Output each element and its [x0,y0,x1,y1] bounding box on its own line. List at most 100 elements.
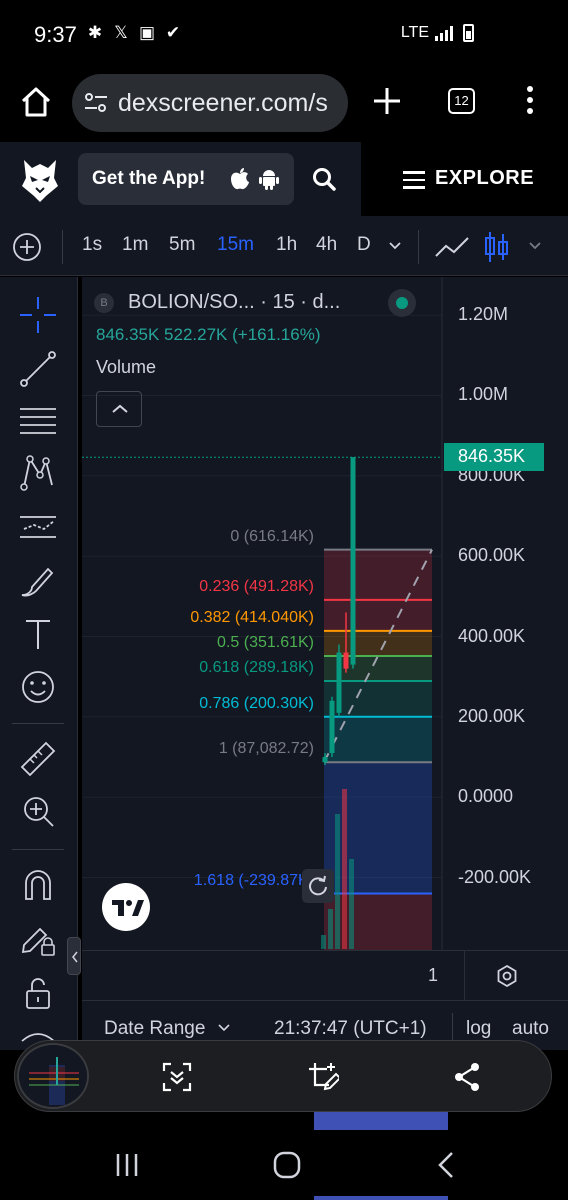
timeframe-15m[interactable]: 15m [217,234,254,256]
chevron-down-icon[interactable] [388,240,402,252]
back-nav-icon[interactable] [434,1150,458,1180]
more-menu-icon[interactable] [527,86,535,116]
fib-zone [324,762,432,894]
market-status-icon[interactable] [388,289,416,317]
timeframe-1s[interactable]: 1s [82,234,102,256]
get-app-label: Get the App! [92,168,206,189]
log-scale-toggle[interactable]: log [466,1018,491,1040]
fib-label-0.382: 0.382 (414.040K) [190,608,314,626]
pattern-icon[interactable] [18,453,58,493]
fib-label-0.618: 0.618 (289.18K) [199,659,314,677]
battery-icon [463,24,474,42]
candlestick-icon[interactable] [482,230,510,264]
fib-label-0.786: 0.786 (200.30K) [199,694,314,712]
line-chart-icon[interactable] [434,234,470,260]
text-icon[interactable] [18,615,58,655]
home-nav-icon[interactable] [272,1150,302,1180]
fib-retracement-drawing [323,548,433,990]
price-axis-label: 0.0000 [458,786,514,807]
reset-chart-button[interactable] [302,869,334,903]
tradingview-logo-icon[interactable] [102,883,150,931]
symbol-title[interactable]: BOLION/SO... · 15 · d... [128,291,340,314]
ohlc-summary: 846.35K 522.27K (+161.16%) [96,325,321,344]
screenshot-thumbnail[interactable] [17,1043,89,1109]
fib-retracement-icon[interactable] [18,401,58,441]
unlock-icon[interactable] [18,973,58,1013]
timeframe-1h[interactable]: 1h [276,234,297,256]
crop-edit-icon[interactable] [307,1061,339,1093]
x-logo-icon: 𝕏 [114,23,128,42]
axis-divider [464,951,465,1001]
explore-label: EXPLORE [435,167,535,189]
timeframe-5m[interactable]: 5m [169,234,195,256]
chart-toolbar: 1s 1m 5m 15m 1h 4h D [0,216,568,276]
fib-zone [324,630,432,656]
tools-divider [12,723,64,724]
fib-label-0.5: 0.5 (351.61K) [217,633,314,651]
system-icons: LTE [401,24,474,42]
chevron-down-icon[interactable] [218,1024,230,1032]
brush-icon[interactable] [18,561,58,601]
search-icon[interactable] [311,166,337,192]
price-axis-label: 600.00K [458,545,526,566]
status-time: 9:37 [34,22,77,47]
drawing-tools-sidebar [0,277,78,1050]
site-header: Get the App! EXPLORE [0,142,568,216]
scroll-capture-icon[interactable] [161,1061,193,1093]
nav-indicator [314,1196,448,1200]
timezone-display[interactable]: 21:37:47 (UTC+1) [274,1018,427,1040]
forecast-icon[interactable] [18,507,58,547]
check-circle-icon: ✔ [165,23,181,42]
get-app-button[interactable]: Get the App! [78,153,294,205]
chevron-down-icon[interactable] [528,240,542,252]
tab-switcher-button[interactable]: 12 [448,88,475,114]
sidebar-collapse-handle[interactable] [67,937,81,975]
timeframe-1m[interactable]: 1m [122,234,148,256]
fib-zone [324,599,432,631]
recent-apps-icon[interactable] [114,1152,140,1178]
price-axis-label: 400.00K [458,625,526,646]
address-bar[interactable]: dexscreener.com/s [72,74,348,132]
ruler-icon[interactable] [18,739,58,779]
auto-scale-toggle[interactable]: auto [512,1018,549,1040]
explore-button[interactable]: EXPLORE [361,142,568,216]
new-tab-icon[interactable] [370,84,404,118]
gear-icon: ✱ [87,23,103,42]
emoji-icon[interactable] [18,667,58,707]
date-range-button[interactable]: Date Range [104,1018,205,1040]
fib-label-1.618: 1.618 (-239.87K) [193,871,314,889]
crosshair-icon[interactable] [18,295,58,335]
chevron-up-icon [112,404,128,413]
candle-body [336,652,342,713]
site-settings-icon[interactable] [84,92,108,114]
timeframe-d[interactable]: D [357,234,371,256]
timeframe-4h[interactable]: 4h [316,234,337,256]
home-icon[interactable] [18,84,54,120]
candle-body [322,757,328,763]
legend-collapse-button[interactable] [96,391,142,427]
dexscreener-logo-icon[interactable] [20,156,60,204]
fib-label-0: 0 (616.14K) [230,527,314,545]
image-icon: ▣ [138,23,156,42]
notification-icons: ✱ 𝕏 ▣ ✔ [86,24,182,42]
magnet-icon[interactable] [18,865,58,905]
chart-settings-icon[interactable] [495,964,519,988]
system-nav-bar [0,1130,568,1200]
volume-bar [321,935,326,949]
chevron-left-icon [72,951,78,963]
price-axis-label: 200.00K [458,705,526,726]
trend-line-icon[interactable] [18,349,58,389]
fib-label-0.236: 0.236 (491.28K) [199,577,314,595]
add-symbol-icon[interactable] [12,232,42,262]
price-chart[interactable]: B BOLION/SO... · 15 · d... 846.35K 522.2… [82,277,568,990]
symbol-badge: B [94,293,114,313]
lock-drawing-icon[interactable] [18,919,58,959]
zoom-in-icon[interactable] [18,791,58,831]
tools-divider [12,849,64,850]
volume-label: Volume [96,357,157,377]
share-icon[interactable] [451,1061,483,1093]
time-axis[interactable]: 1 [82,950,568,1001]
apple-icon [231,168,249,190]
fib-zone [324,549,432,600]
android-icon [259,170,279,190]
